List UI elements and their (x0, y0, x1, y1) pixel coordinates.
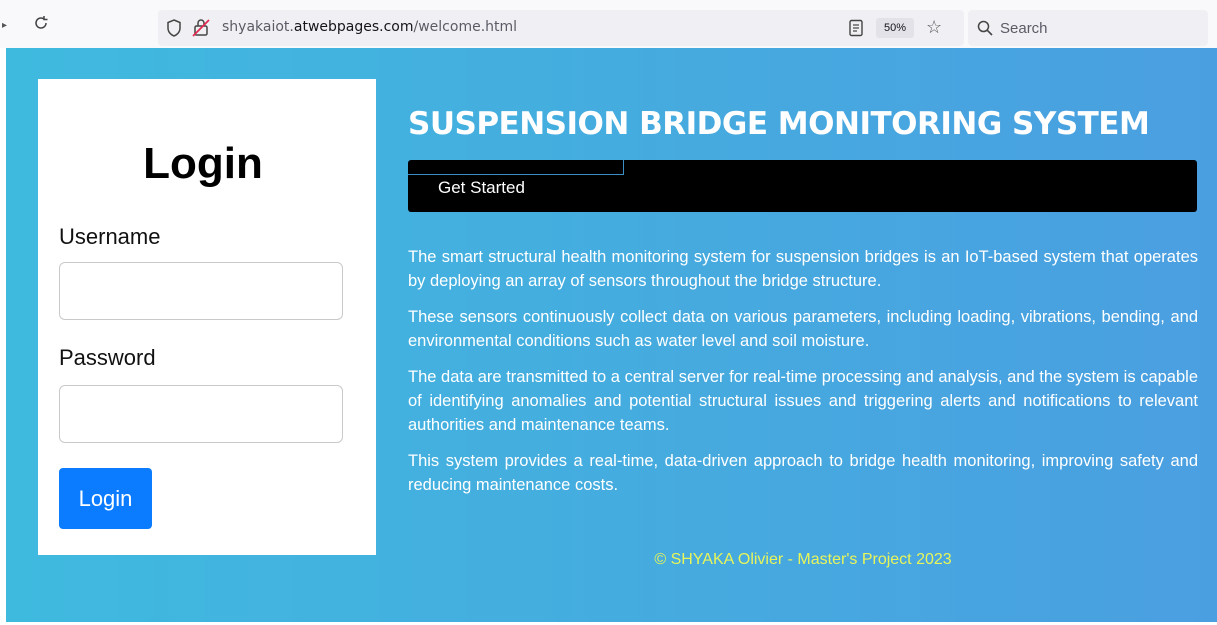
forward-arrow-icon[interactable]: ▸ (2, 20, 7, 31)
password-input[interactable] (59, 385, 343, 443)
reload-icon[interactable] (32, 14, 50, 32)
shield-icon[interactable] (166, 19, 182, 37)
password-label: Password (59, 345, 156, 370)
username-label: Username (59, 224, 161, 249)
description-paragraph: These sensors continuously collect data … (408, 308, 1198, 350)
insecure-lock-icon[interactable] (192, 18, 210, 38)
get-started-label: Get Started (438, 178, 525, 197)
footer-credit: © SHYAKA Olivier - Master's Project 2023 (654, 551, 952, 568)
search-icon (977, 20, 993, 36)
login-button[interactable]: Login (59, 468, 152, 529)
reader-view-icon[interactable] (848, 19, 864, 37)
description: The smart structural health monitoring s… (408, 245, 1198, 509)
get-started-accent (408, 160, 624, 175)
login-title: Login (143, 139, 263, 188)
browser-toolbar: ▸ shyakaiot.atwebpages.com/welcome.html … (0, 0, 1217, 48)
zoom-level-badge[interactable]: 50% (876, 18, 915, 38)
address-bar[interactable]: shyakaiot.atwebpages.com/welcome.html 50… (158, 10, 964, 46)
username-input[interactable] (59, 262, 343, 320)
description-paragraph: The data are transmitted to a central se… (408, 368, 1198, 434)
url-path: /welcome.html (413, 19, 518, 35)
page-title: SUSPENSION BRIDGE MONITORING SYSTEM (408, 106, 1150, 142)
url-prefix: shyakaiot. (222, 19, 294, 35)
url-domain: atwebpages.com (293, 19, 414, 35)
search-placeholder: Search (1000, 20, 1048, 37)
description-paragraph: The smart structural health monitoring s… (408, 248, 1198, 290)
get-started-bar[interactable]: Get Started (408, 160, 1197, 212)
url-text[interactable]: shyakaiot.atwebpages.com/welcome.html (222, 19, 517, 35)
search-box[interactable]: Search (968, 10, 1208, 46)
login-card: Login Username Password Login (38, 79, 376, 555)
bookmark-star-icon[interactable]: ☆ (926, 17, 942, 38)
description-paragraph: This system provides a real-time, data-d… (408, 452, 1198, 494)
page-content: Login Username Password Login SUSPENSION… (6, 48, 1217, 622)
